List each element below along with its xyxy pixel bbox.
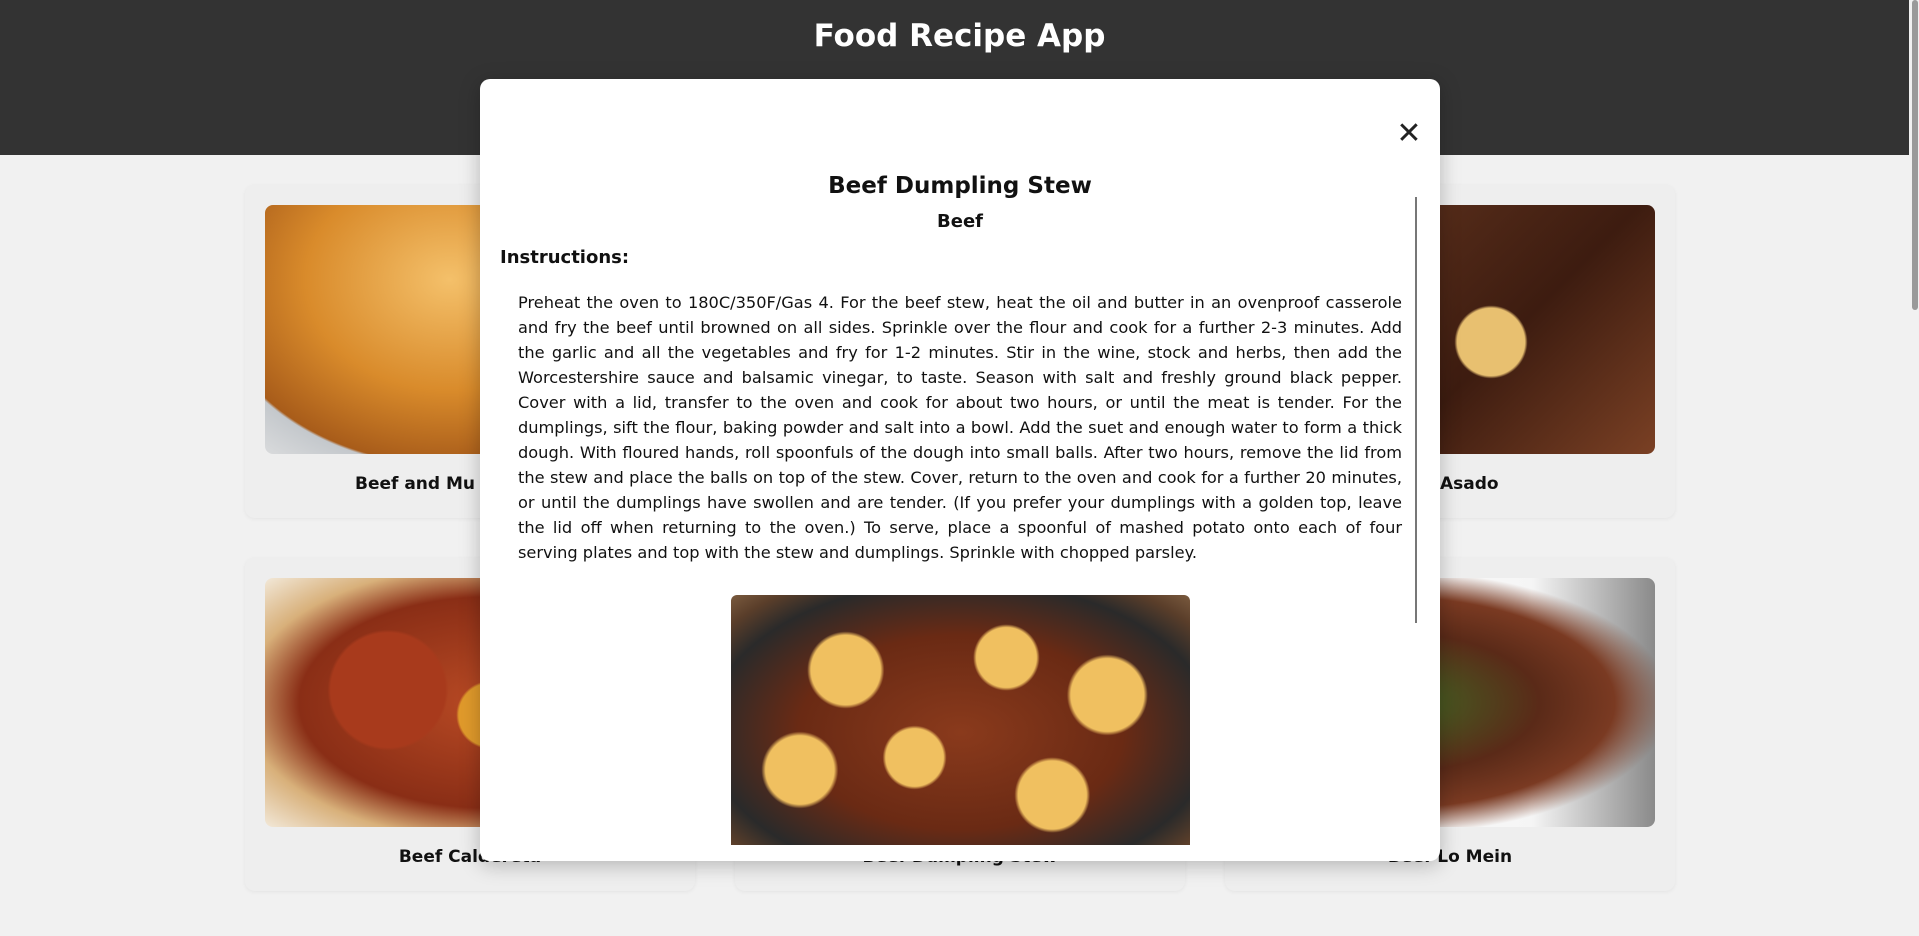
page-scrollbar[interactable] bbox=[1909, 0, 1919, 936]
modal-scrollbar[interactable] bbox=[1415, 197, 1417, 623]
recipe-title: Beef Dumpling Stew bbox=[828, 173, 1092, 199]
recipe-card-label: Asado bbox=[1440, 474, 1499, 494]
instructions-text: Preheat the oven to 180C/350F/Gas 4. For… bbox=[518, 293, 1402, 562]
recipe-image bbox=[731, 595, 1190, 845]
page-scrollbar-thumb[interactable] bbox=[1912, 0, 1918, 310]
instructions-heading: Instructions: bbox=[500, 247, 630, 268]
recipe-category: Beef bbox=[937, 211, 983, 232]
app-title: Food Recipe App bbox=[813, 18, 1106, 54]
close-icon[interactable]: ✕ bbox=[1393, 118, 1425, 150]
recipe-modal: ✕ Beef Dumpling Stew Beef Instructions: … bbox=[480, 79, 1440, 861]
